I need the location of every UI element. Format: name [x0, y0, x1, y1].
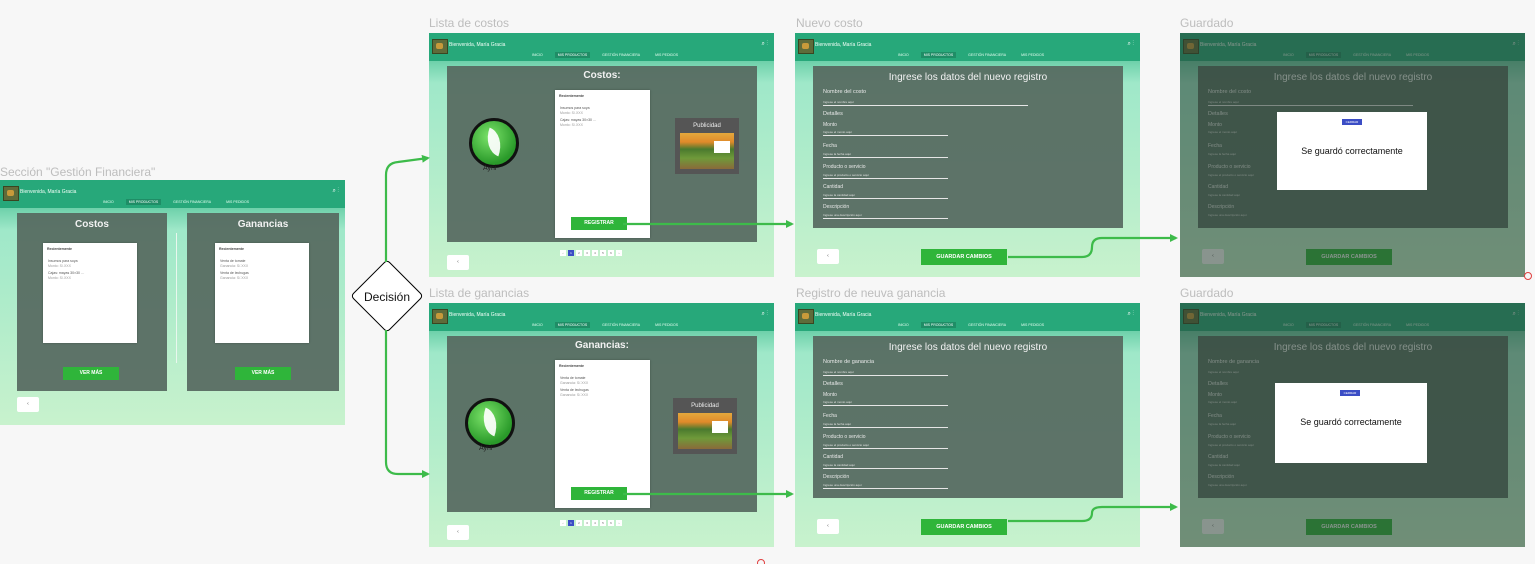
connector-dot [1524, 272, 1532, 280]
arrow-guardar-to-guardado-1 [1008, 234, 1178, 259]
connector-dot [757, 559, 765, 564]
flow-arrows [384, 154, 1532, 564]
arrow-decision-to-costos [384, 154, 430, 262]
arrow-guardar-to-guardado-2 [1008, 503, 1178, 523]
arrow-decision-to-ganancias [384, 330, 430, 478]
